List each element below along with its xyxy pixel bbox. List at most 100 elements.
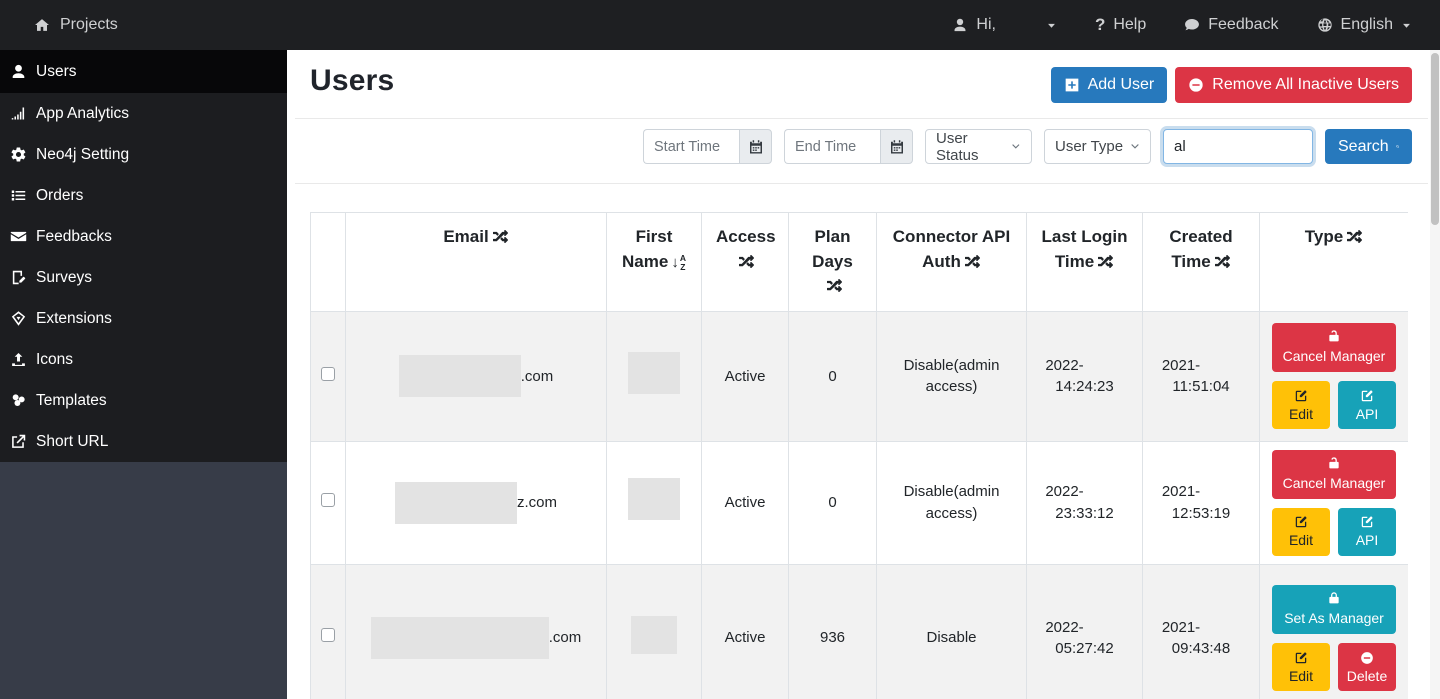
bar-chart-icon (10, 105, 27, 122)
users-table-container: Email First Name↓AZ Access Plan Days Con… (310, 212, 1408, 699)
email-suffix: .com (521, 366, 554, 388)
scrollbar-thumb[interactable] (1431, 53, 1439, 225)
comment-icon (1184, 17, 1200, 33)
add-user-button[interactable]: Add User (1051, 67, 1168, 103)
globe-icon (1317, 17, 1333, 33)
search-button[interactable]: Search (1325, 129, 1412, 164)
redacted-email (399, 355, 521, 397)
last-login-cell: 2022-05:27:42 (1027, 564, 1143, 699)
end-time-group (784, 129, 913, 164)
access-cell: Active (702, 564, 789, 699)
sidebar-item-feedbacks[interactable]: Feedbacks (0, 216, 287, 257)
sidebar-item-label: Templates (36, 392, 107, 410)
gear-icon (10, 146, 27, 163)
edit-button[interactable]: Edit (1272, 643, 1330, 691)
caret-down-icon (1401, 20, 1412, 31)
cancel-manager-button[interactable]: Cancel Manager (1272, 323, 1396, 372)
nav-feedback-link[interactable]: Feedback (1184, 16, 1278, 34)
nav-right-group: Hi, ? Help Feedback English (952, 15, 1440, 35)
header-first-name[interactable]: First Name↓AZ (607, 213, 702, 312)
api-button[interactable]: API (1338, 381, 1396, 429)
header-access[interactable]: Access (702, 213, 789, 312)
nav-user-menu[interactable]: Hi, (952, 16, 1057, 34)
connector-api-auth-cell: Disable (877, 564, 1027, 699)
api-button[interactable]: API (1338, 508, 1396, 556)
last-login-cell: 2022-14:24:23 (1027, 311, 1143, 441)
shuffle-sort-icon (1097, 254, 1114, 269)
plan-days-cell: 936 (789, 564, 877, 699)
header-type[interactable]: Type (1260, 213, 1409, 312)
sort-alpha-down-icon: ↓AZ (671, 252, 686, 274)
sidebar-item-users[interactable]: Users (0, 50, 287, 93)
sidebar-item-label: App Analytics (36, 105, 129, 123)
edit-button[interactable]: Edit (1272, 381, 1330, 429)
nav-help-link[interactable]: ? Help (1095, 15, 1146, 35)
user-icon (952, 17, 968, 33)
sidebar-item-short-url[interactable]: Short URL (0, 421, 287, 462)
end-time-calendar-button[interactable] (880, 129, 913, 164)
main-content: Users Add User Remove All Inactive Users (287, 50, 1440, 699)
nav-projects-link[interactable]: Projects (0, 16, 118, 34)
sidebar-item-label: Extensions (36, 310, 112, 328)
table-row: z.com Active 0 Disable(admin access) 202… (311, 441, 1409, 564)
header-plan-days[interactable]: Plan Days (789, 213, 877, 312)
sidebar-item-label: Short URL (36, 433, 108, 451)
row-checkbox[interactable] (321, 367, 335, 381)
shuffle-sort-icon (826, 278, 843, 293)
header-connector-api-auth[interactable]: Connector API Auth (877, 213, 1027, 312)
start-time-input[interactable] (643, 129, 739, 164)
header-created-time[interactable]: Created Time (1143, 213, 1260, 312)
redacted-email (371, 617, 549, 659)
envelope-icon (10, 228, 27, 245)
sidebar-item-surveys[interactable]: Surveys (0, 257, 287, 298)
plan-days-cell: 0 (789, 311, 877, 441)
sidebar: Users App Analytics Neo4j Setting Orders… (0, 50, 287, 699)
sidebar-item-label: Icons (36, 351, 73, 369)
cancel-manager-button[interactable]: Cancel Manager (1272, 450, 1396, 499)
sidebar-item-orders[interactable]: Orders (0, 175, 287, 216)
shuffle-sort-icon (964, 254, 981, 269)
sidebar-item-icons[interactable]: Icons (0, 339, 287, 380)
divider (295, 118, 1428, 119)
search-input[interactable] (1163, 129, 1313, 164)
nav-greeting-label: Hi, (976, 16, 996, 34)
edit-icon (1360, 389, 1374, 403)
header-email[interactable]: Email (346, 213, 607, 312)
access-cell: Active (702, 311, 789, 441)
sidebar-item-app-analytics[interactable]: App Analytics (0, 93, 287, 134)
header-last-login-time[interactable]: Last Login Time (1027, 213, 1143, 312)
nav-language-menu[interactable]: English (1317, 16, 1412, 34)
row-checkbox[interactable] (321, 628, 335, 642)
external-link-icon (10, 433, 27, 450)
sidebar-item-templates[interactable]: Templates (0, 380, 287, 421)
sidebar-item-neo4j-setting[interactable]: Neo4j Setting (0, 134, 287, 175)
user-status-select[interactable]: User Status (925, 129, 1032, 164)
end-time-input[interactable] (784, 129, 880, 164)
edit-icon (1294, 651, 1308, 665)
question-icon: ? (1095, 15, 1105, 35)
sidebar-item-label: Surveys (36, 269, 92, 287)
edit-icon (1294, 515, 1308, 529)
remove-all-inactive-users-button[interactable]: Remove All Inactive Users (1175, 67, 1412, 103)
email-suffix: z.com (517, 492, 557, 514)
connector-api-auth-cell: Disable(admin access) (877, 311, 1027, 441)
edit-icon (1294, 389, 1308, 403)
sidebar-item-extensions[interactable]: Extensions (0, 298, 287, 339)
created-cell: 2021-12:53:19 (1143, 441, 1260, 564)
delete-button[interactable]: Delete (1338, 643, 1396, 691)
nav-feedback-label: Feedback (1208, 16, 1278, 34)
table-row: .com Active 0 Disable(admin access) 2022… (311, 311, 1409, 441)
start-time-calendar-button[interactable] (739, 129, 772, 164)
set-as-manager-button[interactable]: Set As Manager (1272, 585, 1396, 634)
calendar-icon (748, 139, 764, 155)
redacted-first-name (628, 352, 680, 394)
user-type-select[interactable]: User Type (1044, 129, 1151, 164)
edit-button[interactable]: Edit (1272, 508, 1330, 556)
users-table: Email First Name↓AZ Access Plan Days Con… (310, 212, 1408, 699)
plus-square-icon (1064, 77, 1080, 93)
survey-icon (10, 269, 27, 286)
sidebar-item-label: Feedbacks (36, 228, 112, 246)
sidebar-item-label: Orders (36, 187, 83, 205)
row-checkbox[interactable] (321, 493, 335, 507)
screen: Projects Hi, ? Help Feedback English (0, 0, 1440, 699)
